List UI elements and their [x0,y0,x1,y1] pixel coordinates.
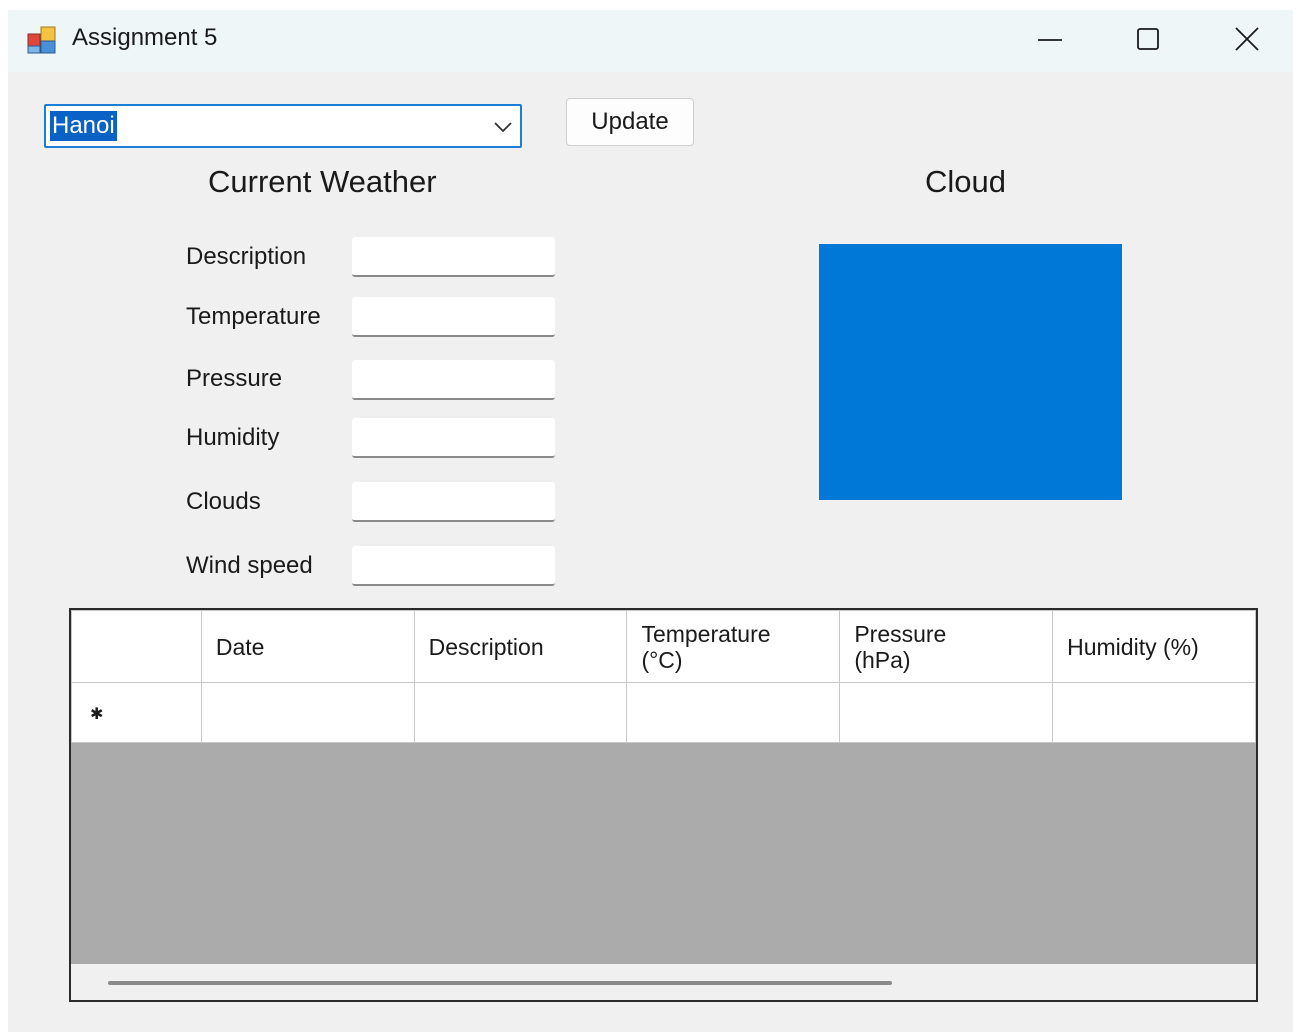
pressure-field[interactable] [352,360,555,400]
close-icon [1235,27,1259,51]
humidity-field[interactable] [352,418,555,458]
maximize-icon [1137,28,1159,50]
grid-cell[interactable] [839,682,1054,743]
forecast-table: Date Description Temperature (°C) Pressu… [71,610,1256,743]
temperature-label: Temperature [186,303,321,330]
description-label: Description [186,243,307,270]
column-header-label: Description [428,633,544,660]
column-header-pressure[interactable]: Pressure (hPa) [839,610,1054,683]
column-header-temperature[interactable]: Temperature (°C) [626,610,841,683]
horizontal-scrollbar[interactable] [71,964,1256,1000]
city-combobox[interactable]: Hanoi [44,104,522,148]
column-header-label: Temperature [641,620,771,647]
column-header-label: Date [215,633,265,660]
close-button[interactable] [1201,10,1293,68]
grid-cell[interactable] [200,682,415,743]
scrollbar-thumb[interactable] [108,981,892,985]
grid-header-row: Date Description Temperature (°C) Pressu… [71,610,1256,683]
new-row-icon: ✱ [90,705,104,723]
chevron-down-icon[interactable] [492,116,514,138]
humidity-label: Humidity [186,424,280,451]
minimize-button[interactable] [1004,10,1096,68]
column-header-label: (°C) [641,646,683,673]
clouds-field[interactable] [352,482,555,522]
maximize-button[interactable] [1102,10,1194,68]
current-weather-heading: Current Weather [208,164,437,199]
temperature-field[interactable] [352,297,555,337]
grid-cell[interactable] [626,682,841,743]
cloud-heading: Cloud [925,164,1006,199]
wind-speed-field[interactable] [352,546,555,586]
pressure-label: Pressure [186,365,283,392]
minimize-icon [1038,39,1062,41]
city-combobox-value[interactable]: Hanoi [50,111,117,141]
column-header-label: Pressure [854,620,947,647]
title-bar[interactable]: Assignment 5 [8,10,1293,72]
forecast-data-grid[interactable]: Date Description Temperature (°C) Pressu… [69,608,1258,1002]
update-button[interactable]: Update [566,98,694,146]
wind-speed-label: Wind speed [186,552,313,579]
new-row: ✱ [71,682,1256,743]
grid-cell[interactable] [1052,682,1256,743]
row-header[interactable]: ✱ [71,682,202,743]
column-header-label: (hPa) [854,646,911,673]
window-title: Assignment 5 [72,24,218,51]
column-header-date[interactable]: Date [200,610,415,683]
description-field[interactable] [352,237,555,277]
grid-corner-header[interactable] [71,610,202,683]
clouds-label: Clouds [186,488,261,515]
grid-cell[interactable] [413,682,628,743]
column-header-label: Humidity (%) [1067,633,1199,660]
column-header-description[interactable]: Description [413,610,628,683]
cloud-picture-box [819,244,1122,500]
column-header-humidity[interactable]: Humidity (%) [1052,610,1256,683]
app-window-icon [27,26,56,54]
main-window: Assignment 5 Hanoi Update Current Weathe… [8,10,1293,1032]
